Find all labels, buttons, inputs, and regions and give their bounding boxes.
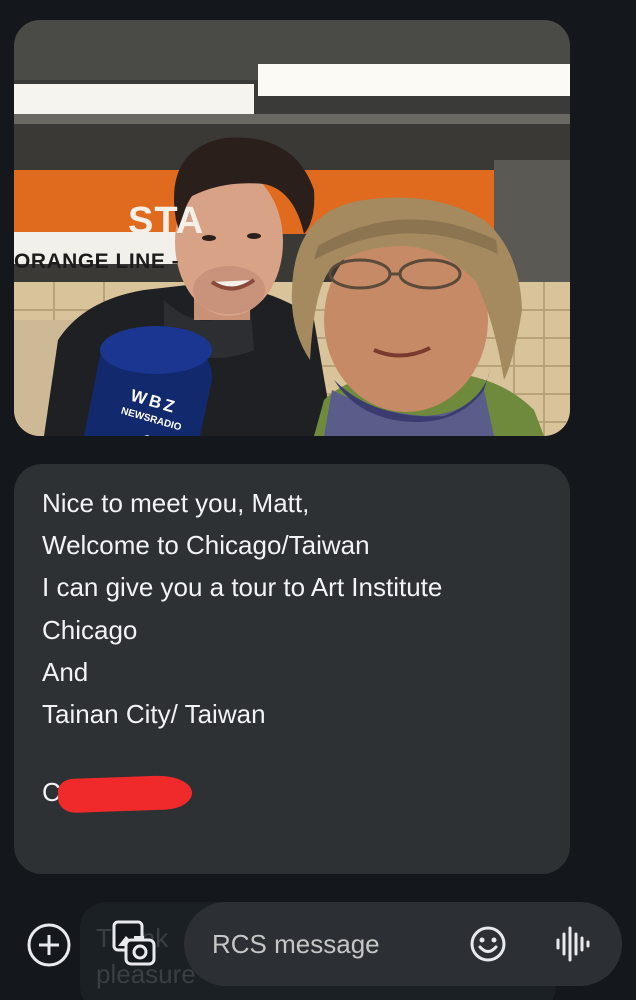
photo-scene [14,20,570,436]
message-input-placeholder: RCS message [212,929,380,959]
message-line: Welcome to Chicago/Taiwan [42,530,370,561]
incoming-message-bubble[interactable]: Nice to meet you, Matt, Welcome to Chica… [14,464,570,874]
gallery-icon[interactable] [108,918,160,970]
message-line: Tainan City/ Taiwan [42,698,266,729]
message-line: And [42,656,89,687]
message-line: Chicago [42,614,138,645]
message-line: Nice to meet you, Matt, [42,488,310,518]
redaction-mark [57,774,193,814]
compose-bar: RCS message [0,900,636,1000]
sender-signature: C [42,769,542,814]
emoji-icon[interactable] [468,924,508,964]
photo-message[interactable]: STA ORANGE LINE - WBZ NEWSRADIO 1030 [14,20,570,436]
conversation-screen: STA ORANGE LINE - WBZ NEWSRADIO 1030 Nic… [0,0,636,1000]
voice-waveform-icon[interactable] [552,922,592,966]
station-sign-text: STA [128,200,205,242]
message-line: I can give you a tour to Art Institute [42,572,443,603]
message-input[interactable]: RCS message [184,902,622,986]
orange-line-sign-text: ORANGE LINE - [14,250,180,273]
add-circle-icon[interactable] [26,922,72,968]
